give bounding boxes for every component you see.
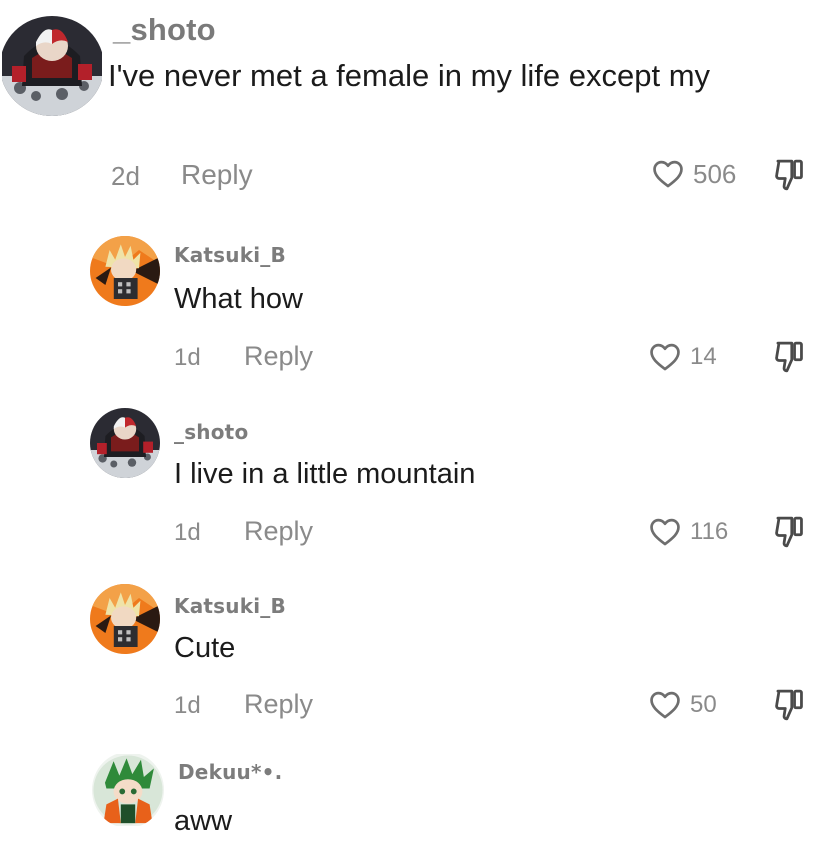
katsuki-avatar-image xyxy=(90,236,160,306)
timestamp: 1d xyxy=(174,519,201,546)
username[interactable]: _shoto xyxy=(113,12,216,48)
heart-outline-icon[interactable] xyxy=(651,157,685,191)
timestamp: 1d xyxy=(174,692,201,719)
comment-text: I live in a little mountain xyxy=(174,458,476,490)
avatar[interactable] xyxy=(92,752,164,828)
thumbs-down-outline-icon[interactable] xyxy=(772,339,806,375)
username[interactable]: _shoto xyxy=(174,420,248,444)
deku-avatar-image xyxy=(92,752,164,828)
timestamp: 1d xyxy=(174,344,201,371)
shoto-avatar-image xyxy=(0,16,104,116)
comment-text: aww xyxy=(174,805,233,837)
reply-button[interactable]: Reply xyxy=(244,689,313,720)
reply-button[interactable]: Reply xyxy=(244,516,313,547)
like-count: 506 xyxy=(693,159,737,189)
like-count: 116 xyxy=(690,518,729,545)
username[interactable]: Dekuu*•. xyxy=(178,760,282,784)
heart-outline-icon[interactable] xyxy=(648,340,682,374)
katsuki-avatar-image xyxy=(90,584,160,654)
avatar[interactable] xyxy=(0,16,104,116)
heart-outline-icon[interactable] xyxy=(648,688,682,722)
shoto-avatar-image xyxy=(90,408,160,478)
username[interactable]: Katsuki_B xyxy=(174,243,286,267)
thumbs-down-outline-icon[interactable] xyxy=(772,514,806,550)
avatar[interactable] xyxy=(90,408,160,478)
comment-text: I've never met a female in my life excep… xyxy=(108,58,711,93)
like-count: 14 xyxy=(690,343,717,370)
thumbs-down-outline-icon[interactable] xyxy=(772,157,806,193)
comment-text: What how xyxy=(174,283,303,315)
avatar[interactable] xyxy=(90,236,160,306)
reply-button[interactable]: Reply xyxy=(181,159,253,191)
avatar[interactable] xyxy=(90,584,160,654)
reply-button[interactable]: Reply xyxy=(244,341,313,372)
thumbs-down-outline-icon[interactable] xyxy=(772,687,806,723)
comment-text: Cute xyxy=(174,632,236,664)
username[interactable]: Katsuki_B xyxy=(174,594,286,618)
like-count: 50 xyxy=(690,691,717,718)
heart-outline-icon[interactable] xyxy=(648,515,682,549)
timestamp: 2d xyxy=(111,161,140,191)
